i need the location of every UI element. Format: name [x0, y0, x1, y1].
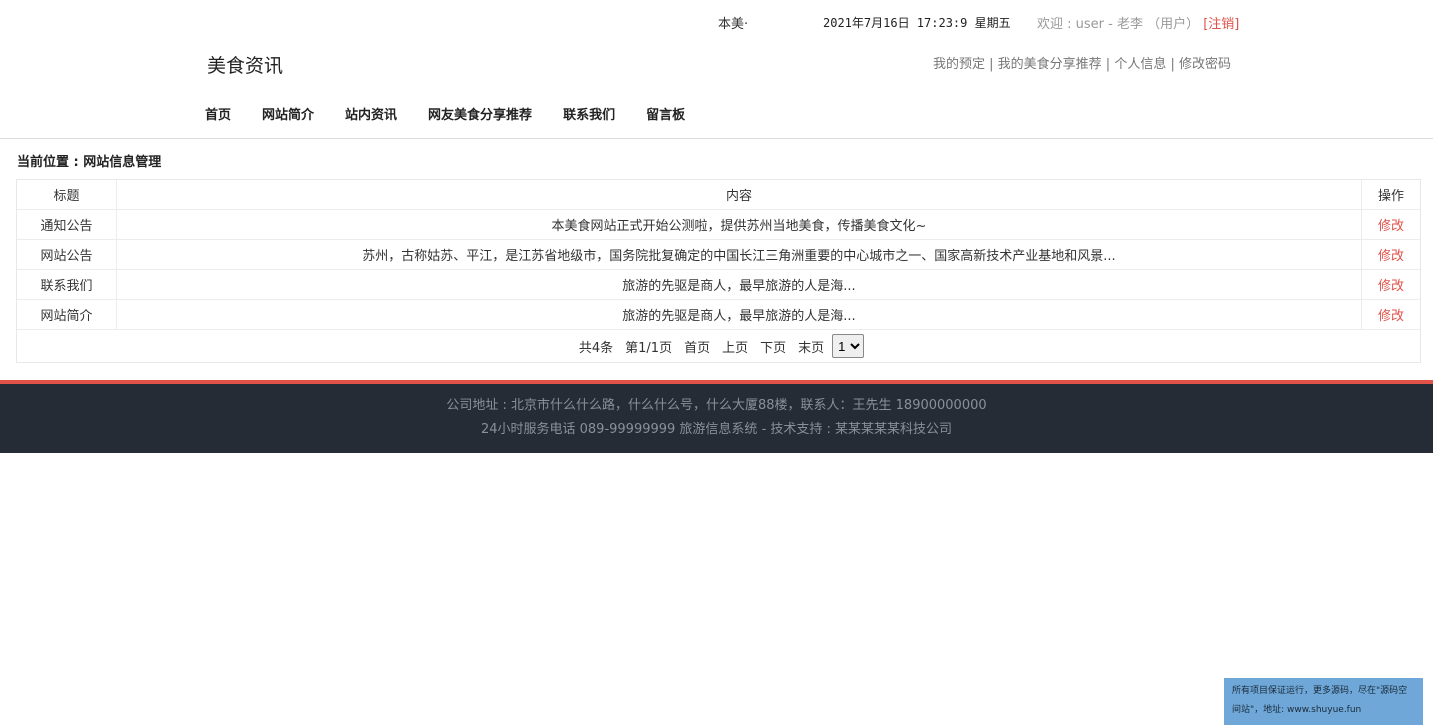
pagination: 共4条 第1/1页 首页 上页 下页 末页 1	[17, 330, 1420, 362]
header-content: 内容	[117, 180, 1362, 209]
table-header-row: 标题 内容 操作	[17, 180, 1420, 210]
separator: |	[1170, 57, 1179, 72]
nav-contact[interactable]: 联系我们	[563, 104, 615, 123]
edit-link[interactable]: 修改	[1362, 240, 1420, 269]
header-title: 标题	[17, 180, 117, 209]
welcome-text: 欢迎 : user - 老李 （用户）	[1037, 17, 1200, 32]
table-row: 通知公告 本美食网站正式开始公测啦，提供苏州当地美食，传播美食文化~ 修改	[17, 210, 1420, 240]
marquee-text: 本美·	[718, 17, 749, 32]
nav-news[interactable]: 站内资讯	[345, 104, 397, 123]
row-title: 网站公告	[17, 240, 117, 269]
logout-link[interactable]: [注销]	[1203, 17, 1239, 32]
user-links: 我的预定 | 我的美食分享推荐 | 个人信息 | 修改密码	[933, 53, 1231, 72]
source-notice: 所有项目保证运行，更多源码，尽在"源码空间站"，地址: www.shuyue.f…	[1224, 678, 1423, 725]
separator: |	[989, 57, 998, 72]
site-info-table: 标题 内容 操作 通知公告 本美食网站正式开始公测啦，提供苏州当地美食，传播美食…	[16, 179, 1421, 363]
breadcrumb: 当前位置 : 网站信息管理	[17, 155, 162, 170]
row-content: 苏州，古称姑苏、平江，是江苏省地级市，国务院批复确定的中国长江三角洲重要的中心城…	[117, 240, 1362, 269]
table-row: 网站简介 旅游的先驱是商人，最早旅游的人是海... 修改	[17, 300, 1420, 330]
header-divider	[0, 138, 1433, 139]
datetime-display: 2021年7月16日 17:23:9 星期五	[823, 16, 1011, 30]
footer-address: 公司地址 : 北京市什么什么路，什么什么号，什么大厦88楼，联系人：王先生 18…	[446, 398, 987, 413]
edit-link[interactable]: 修改	[1362, 270, 1420, 299]
footer: 公司地址 : 北京市什么什么路，什么什么号，什么大厦88楼，联系人：王先生 18…	[0, 384, 1433, 453]
nav-guestbook[interactable]: 留言板	[646, 104, 685, 123]
table-row: 联系我们 旅游的先驱是商人，最早旅游的人是海... 修改	[17, 270, 1420, 300]
page-select[interactable]: 1	[832, 334, 865, 358]
pager-page-info: 第1/1页	[625, 340, 673, 356]
pager-last[interactable]: 末页	[798, 337, 824, 356]
table-row: 网站公告 苏州，古称姑苏、平江，是江苏省地级市，国务院批复确定的中国长江三角洲重…	[17, 240, 1420, 270]
pager-first[interactable]: 首页	[684, 337, 710, 356]
row-content: 本美食网站正式开始公测啦，提供苏州当地美食，传播美食文化~	[117, 210, 1362, 239]
edit-link[interactable]: 修改	[1362, 210, 1420, 239]
profile-link[interactable]: 个人信息	[1114, 57, 1166, 72]
main-nav: 首页 网站简介 站内资讯 网友美食分享推荐 联系我们 留言板	[205, 104, 716, 123]
nav-food-shares[interactable]: 网友美食分享推荐	[428, 104, 532, 123]
row-content: 旅游的先驱是商人，最早旅游的人是海...	[117, 270, 1362, 299]
pager-total: 共4条	[578, 340, 614, 356]
welcome-area: 欢迎 : user - 老李 （用户） [注销]	[1037, 13, 1239, 32]
nav-home[interactable]: 首页	[205, 104, 231, 123]
row-title: 通知公告	[17, 210, 117, 239]
row-title: 联系我们	[17, 270, 117, 299]
nav-about[interactable]: 网站简介	[262, 104, 314, 123]
pager-prev[interactable]: 上页	[722, 337, 748, 356]
change-password-link[interactable]: 修改密码	[1179, 57, 1231, 72]
my-reservations-link[interactable]: 我的预定	[933, 57, 985, 72]
row-title: 网站简介	[17, 300, 117, 329]
footer-contact: 24小时服务电话 089-99999999 旅游信息系统 - 技术支持 : 某某…	[480, 422, 953, 437]
edit-link[interactable]: 修改	[1362, 300, 1420, 329]
row-content: 旅游的先驱是商人，最早旅游的人是海...	[117, 300, 1362, 329]
top-bar: 本美· 2021年7月16日 17:23:9 星期五 欢迎 : user - 老…	[0, 0, 1433, 44]
header-action: 操作	[1377, 189, 1404, 204]
pager-next[interactable]: 下页	[760, 337, 786, 356]
site-title: 美食资讯	[207, 55, 284, 77]
my-food-shares-link[interactable]: 我的美食分享推荐	[998, 57, 1102, 72]
